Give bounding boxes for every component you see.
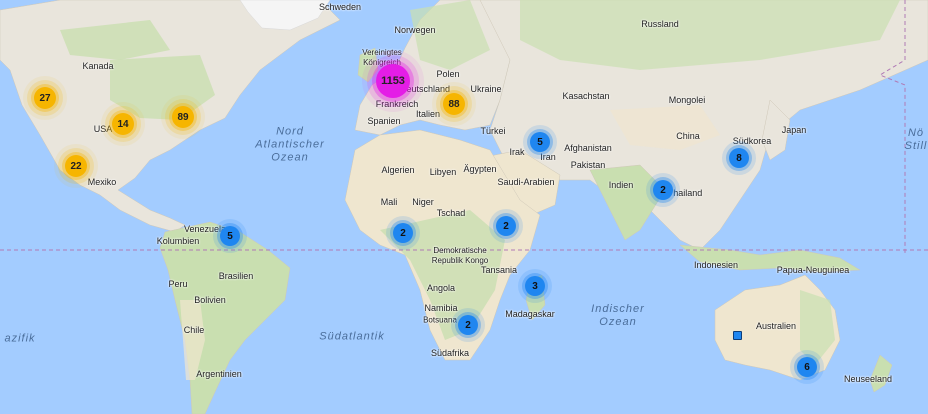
cluster-marker-europe[interactable]: 1153 xyxy=(376,64,410,98)
place-label: Iran xyxy=(540,152,556,162)
place-label: Australien xyxy=(755,321,797,331)
place-label: Indien xyxy=(608,180,634,190)
place-label: Niger xyxy=(412,197,434,207)
place-label: Botsuana xyxy=(423,315,457,325)
place-label: Tschad xyxy=(436,208,466,218)
cluster-marker-newyork[interactable]: 89 xyxy=(172,106,194,128)
place-label: Russland xyxy=(641,19,679,29)
cluster-count: 27 xyxy=(39,92,51,104)
place-label: China xyxy=(676,131,700,141)
place-label: Südafrika xyxy=(430,348,470,358)
cluster-count: 8 xyxy=(736,152,742,164)
cluster-marker-madagascar[interactable]: 3 xyxy=(525,276,545,296)
ocean-label-indischer: Indischer Ozean xyxy=(591,303,645,328)
place-label: Kolumbien xyxy=(156,236,200,246)
place-label: Indonesien xyxy=(693,260,739,270)
cluster-count: 2 xyxy=(400,227,406,239)
cluster-count: 1153 xyxy=(381,75,405,87)
cluster-count: 14 xyxy=(117,118,129,130)
cluster-marker-westafrica[interactable]: 2 xyxy=(393,223,413,243)
cluster-marker-iran[interactable]: 5 xyxy=(530,132,550,152)
cluster-marker-thailand[interactable]: 2 xyxy=(653,180,673,200)
place-label: Kasachstan xyxy=(562,91,610,101)
place-label: Pakistan xyxy=(570,160,606,170)
place-label: Japan xyxy=(781,125,807,135)
place-label: Saudi-Arabien xyxy=(497,177,555,187)
place-label: Schweden xyxy=(318,2,362,12)
cluster-marker-southafrica[interactable]: 2 xyxy=(458,315,478,335)
place-label: Mexiko xyxy=(87,177,117,187)
place-label: Argentinien xyxy=(196,369,242,379)
place-label: Algerien xyxy=(381,165,415,175)
place-label: Kanada xyxy=(82,61,114,71)
place-label: Peru xyxy=(168,279,188,289)
cluster-count: 2 xyxy=(503,220,509,232)
place-label: Irak xyxy=(509,147,525,157)
ocean-label-suedatlantik: Südatlantik xyxy=(319,330,385,343)
ocean-label-pazifik-west: azifik xyxy=(4,332,36,345)
cluster-count: 89 xyxy=(177,111,189,123)
cluster-marker-losangeles[interactable]: 22 xyxy=(65,155,87,177)
cluster-marker-korea[interactable]: 8 xyxy=(729,148,749,168)
world-map[interactable]: Nord Atlantischer Ozean Südatlantik Indi… xyxy=(0,0,928,414)
place-label: Ukraine xyxy=(470,84,502,94)
place-label: Bolivien xyxy=(194,295,226,305)
place-label: Angola xyxy=(426,283,456,293)
cluster-count: 22 xyxy=(70,160,82,172)
cluster-marker-seattle[interactable]: 27 xyxy=(34,87,56,109)
place-label: Norwegen xyxy=(394,25,436,35)
place-label: Afghanistan xyxy=(564,143,612,153)
place-label: Madagaskar xyxy=(505,309,555,319)
cluster-count: 88 xyxy=(448,98,460,110)
ocean-label-nordatlantik: Nord Atlantischer Ozean xyxy=(255,125,325,164)
place-label: Mali xyxy=(380,197,398,207)
cluster-count: 5 xyxy=(537,136,543,148)
place-label: Namibia xyxy=(424,303,458,313)
place-label: Brasilien xyxy=(218,271,254,281)
place-label: Chile xyxy=(183,325,205,335)
location-marker[interactable] xyxy=(733,331,742,340)
cluster-marker-chicago[interactable]: 14 xyxy=(112,113,134,135)
place-label: Spanien xyxy=(367,116,401,126)
ocean-label-pazifik-east: Nö Still xyxy=(904,127,928,152)
cluster-marker-australia-east[interactable]: 6 xyxy=(797,357,817,377)
place-label: Italien xyxy=(415,109,441,119)
place-label: Ägypten xyxy=(463,164,497,174)
cluster-marker-balkans[interactable]: 88 xyxy=(443,93,465,115)
cluster-count: 2 xyxy=(660,184,666,196)
cluster-count: 6 xyxy=(804,361,810,373)
place-label: Polen xyxy=(436,69,460,79)
place-label: USA xyxy=(93,124,113,134)
cluster-count: 3 xyxy=(532,280,538,292)
place-label: Südkorea xyxy=(732,136,772,146)
cluster-marker-venezuela[interactable]: 5 xyxy=(220,226,240,246)
place-label: Türkei xyxy=(480,126,506,136)
cluster-count: 2 xyxy=(465,319,471,331)
place-label: Papua-Neuguinea xyxy=(776,265,850,275)
place-label: Libyen xyxy=(429,167,457,177)
place-label: Neuseeland xyxy=(843,374,893,384)
cluster-marker-eastafrica[interactable]: 2 xyxy=(496,216,516,236)
place-label: Frankreich xyxy=(375,99,419,109)
place-label: Tansania xyxy=(480,265,518,275)
cluster-count: 5 xyxy=(227,230,233,242)
place-label: Demokratische Republik Kongo xyxy=(431,246,489,265)
place-label: Mongolei xyxy=(668,95,706,105)
